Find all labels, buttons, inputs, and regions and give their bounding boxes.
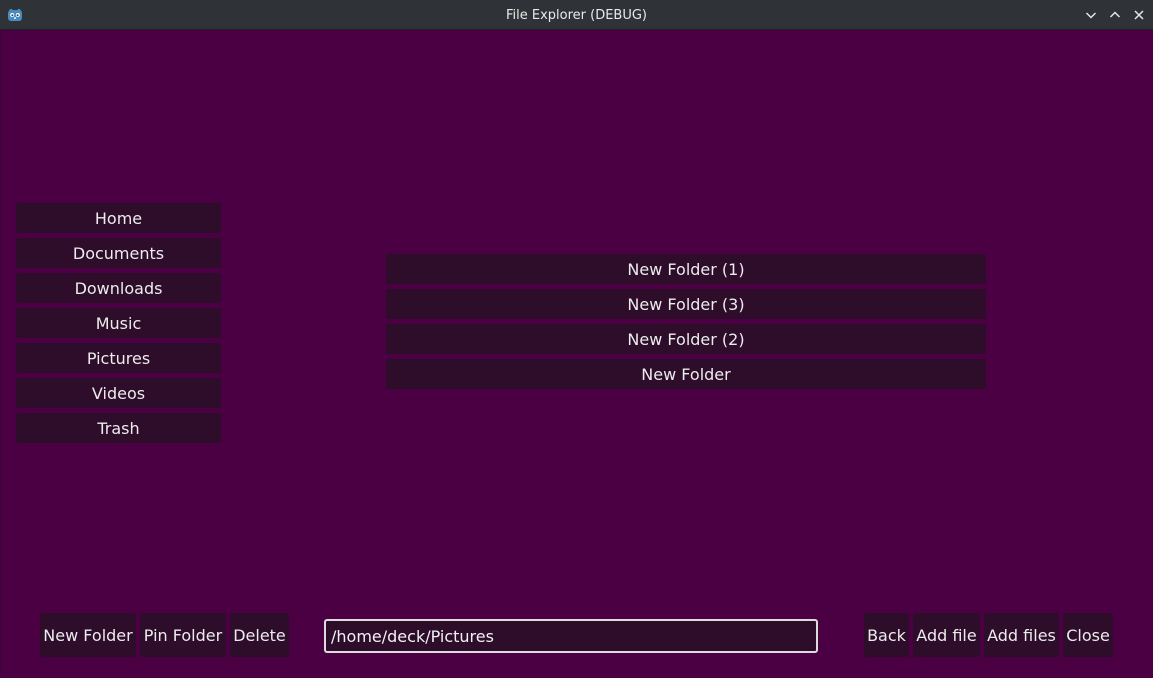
chevron-up-icon[interactable]	[1107, 7, 1123, 23]
sidebar-item-downloads[interactable]: Downloads	[16, 273, 221, 303]
add-file-button[interactable]: Add file	[913, 613, 980, 657]
folder-item[interactable]: New Folder (2)	[386, 324, 986, 354]
path-input[interactable]	[324, 619, 818, 653]
sidebar-item-pictures[interactable]: Pictures	[16, 343, 221, 373]
close-icon[interactable]	[1131, 7, 1147, 23]
folder-item[interactable]: New Folder (3)	[386, 289, 986, 319]
back-button[interactable]: Back	[864, 613, 909, 657]
sidebar-item-documents[interactable]: Documents	[16, 238, 221, 268]
chevron-down-icon[interactable]	[1083, 7, 1099, 23]
new-folder-button[interactable]: New Folder	[40, 613, 136, 657]
close-button[interactable]: Close	[1063, 613, 1113, 657]
sidebar-item-home[interactable]: Home	[16, 203, 221, 233]
window-title: File Explorer (DEBUG)	[505, 8, 648, 23]
window-titlebar[interactable]: File Explorer (DEBUG)	[0, 0, 1153, 30]
add-files-button[interactable]: Add files	[984, 613, 1059, 657]
sidebar-item-trash[interactable]: Trash	[16, 413, 221, 443]
pin-folder-button[interactable]: Pin Folder	[140, 613, 226, 657]
delete-button[interactable]: Delete	[230, 613, 289, 657]
folder-item[interactable]: New Folder (1)	[386, 254, 986, 284]
sidebar-item-videos[interactable]: Videos	[16, 378, 221, 408]
folder-item[interactable]: New Folder	[386, 359, 986, 389]
file-explorer-window: Home Documents Downloads Music Pictures …	[0, 30, 1153, 678]
sidebar-item-music[interactable]: Music	[16, 308, 221, 338]
